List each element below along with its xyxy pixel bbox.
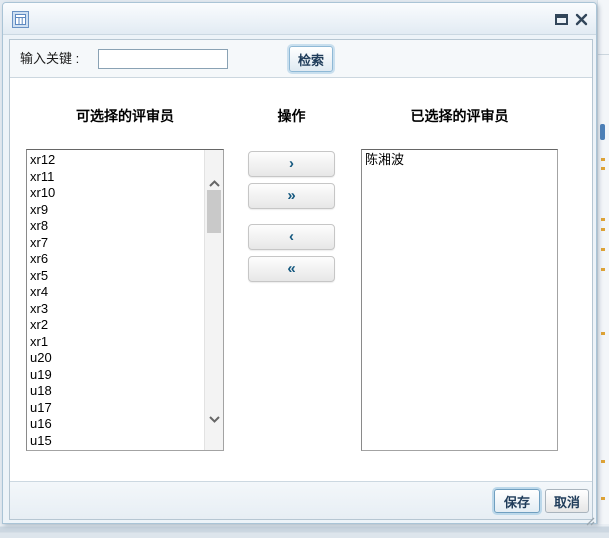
list-item[interactable]: xr9 (30, 202, 201, 219)
vertical-scrollbar[interactable] (204, 150, 223, 450)
dialog-footer: 保存 取消 (10, 481, 592, 519)
list-item[interactable]: xr7 (30, 235, 201, 252)
background-fragment (601, 248, 605, 251)
background-page-strip (597, 0, 609, 538)
list-item[interactable]: xr10 (30, 185, 201, 202)
list-item[interactable]: xr11 (30, 169, 201, 186)
background-fragment (601, 158, 605, 161)
move-all-left-button[interactable]: « (248, 256, 335, 282)
list-item[interactable]: u15 (30, 433, 201, 450)
search-button[interactable]: 检索 (289, 46, 333, 72)
background-fragment (601, 460, 605, 463)
search-label: 输入关键 : (20, 40, 79, 78)
cancel-button[interactable]: 取消 (545, 489, 589, 513)
background-fragment (601, 268, 605, 271)
dialog-body-panel: 输入关键 : 检索 可选择的评审员 操作 已选择的评审员 xr12xr11xr1… (9, 39, 593, 520)
reviewer-select-dialog: 输入关键 : 检索 可选择的评审员 操作 已选择的评审员 xr12xr11xr1… (2, 2, 597, 524)
resize-grip[interactable] (586, 513, 595, 522)
background-fragment (601, 167, 605, 170)
available-column-title: 可选择的评审员 (26, 106, 224, 126)
scrollbar-thumb[interactable] (207, 190, 221, 233)
close-icon[interactable] (574, 12, 589, 27)
background-fragment (601, 218, 605, 221)
available-listbox[interactable]: xr12xr11xr10xr9xr8xr7xr6xr5xr4xr3xr2xr1u… (26, 149, 224, 451)
list-item[interactable]: xr5 (30, 268, 201, 285)
move-right-button[interactable]: › (248, 151, 335, 177)
background-page-bottom (0, 524, 609, 538)
search-row: 输入关键 : 检索 (10, 40, 592, 78)
selected-column-title: 已选择的评审员 (361, 106, 558, 126)
list-item[interactable]: xr8 (30, 218, 201, 235)
background-fragment (601, 332, 605, 335)
move-left-button[interactable]: ‹ (248, 224, 335, 250)
dialog-titlebar[interactable] (3, 3, 596, 35)
move-all-right-button[interactable]: » (248, 183, 335, 209)
background-fragment (601, 228, 605, 231)
background-fragment (601, 497, 605, 500)
scroll-down-icon[interactable] (209, 410, 220, 428)
table-icon (12, 11, 29, 28)
list-item[interactable]: u20 (30, 350, 201, 367)
list-item[interactable]: 陈湘波 (365, 152, 554, 169)
selected-listbox[interactable]: 陈湘波 (361, 149, 558, 451)
list-item[interactable]: u18 (30, 383, 201, 400)
list-item[interactable]: xr4 (30, 284, 201, 301)
operations-column-title: 操作 (248, 106, 335, 126)
list-item[interactable]: u17 (30, 400, 201, 417)
search-input[interactable] (98, 49, 228, 69)
list-item[interactable]: u19 (30, 367, 201, 384)
save-button[interactable]: 保存 (494, 489, 540, 513)
list-item[interactable]: xr6 (30, 251, 201, 268)
list-item[interactable]: xr3 (30, 301, 201, 318)
background-fragment (598, 54, 609, 55)
list-item[interactable]: u16 (30, 416, 201, 433)
list-item[interactable]: xr1 (30, 334, 201, 351)
list-item[interactable]: xr2 (30, 317, 201, 334)
list-item[interactable]: xr12 (30, 152, 201, 169)
background-scroll-fragment (600, 124, 605, 140)
maximize-button[interactable] (554, 12, 569, 27)
